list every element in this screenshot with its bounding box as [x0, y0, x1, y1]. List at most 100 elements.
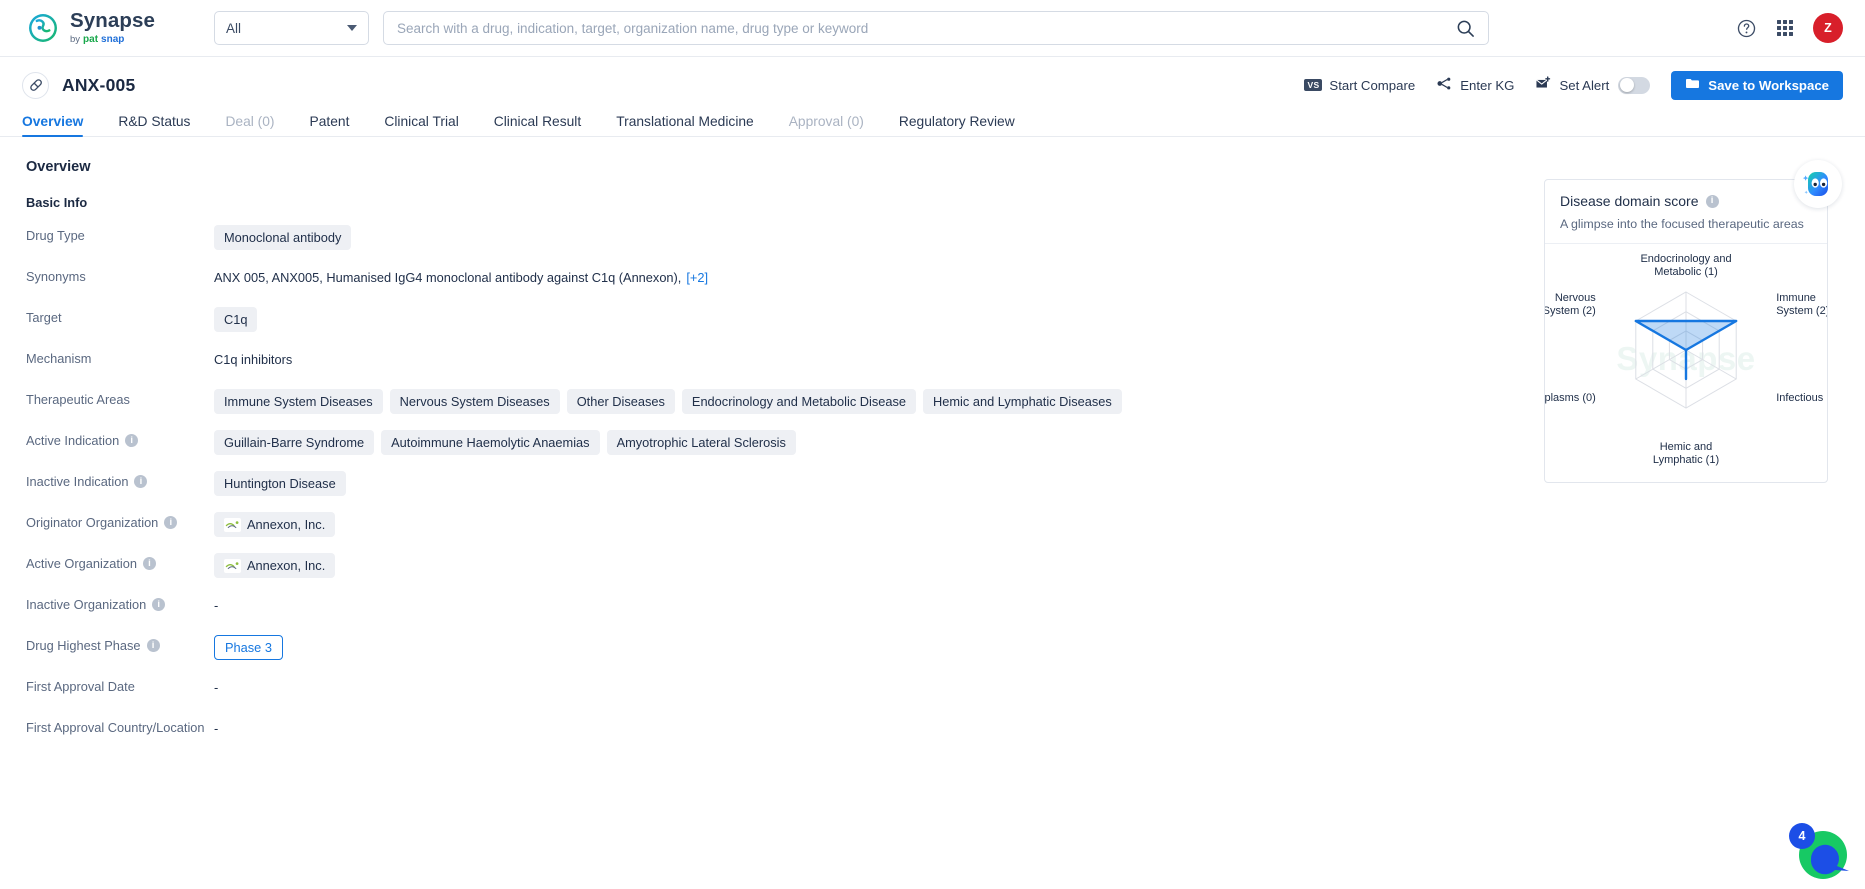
svg-text:Neoplasms (0): Neoplasms (0): [1545, 392, 1596, 404]
top-header-bar: Synapse by pat snap All Search with a dr…: [0, 0, 1865, 57]
chip-inactive-indication[interactable]: Huntington Disease: [214, 471, 346, 496]
score-card-title: Disease domain score: [1560, 193, 1699, 209]
svg-text:System (2): System (2): [1545, 305, 1596, 317]
status-badge-phase[interactable]: Phase 3: [214, 635, 283, 660]
row-label-drug-highest-phase: Drug Highest Phase i: [26, 634, 214, 653]
info-icon[interactable]: i: [152, 598, 166, 611]
enter-kg-button[interactable]: Enter KG: [1436, 76, 1514, 94]
row-drug-highest-phase: Drug Highest Phase i Phase 3: [26, 634, 1843, 675]
chip-active-organization[interactable]: Annexon, Inc.: [214, 553, 336, 578]
organization-logo-icon: [224, 558, 241, 573]
tab-regulatory-review[interactable]: Regulatory Review: [899, 114, 1015, 136]
chip-originator-organization-label: Annexon, Inc.: [247, 517, 326, 532]
detail-tabs: Overview R&D Status Deal (0) Patent Clin…: [0, 105, 1865, 137]
chevron-down-icon: [347, 25, 357, 31]
chip-therapeutic-area[interactable]: Other Diseases: [566, 389, 675, 414]
global-search-box[interactable]: [383, 11, 1489, 45]
set-alert-control[interactable]: Set Alert: [1535, 76, 1651, 94]
info-icon[interactable]: i: [1705, 194, 1719, 208]
svg-text:Nervous: Nervous: [1555, 292, 1596, 304]
brand-logo-link[interactable]: Synapse by pat snap: [26, 11, 186, 45]
ai-assistant-icon[interactable]: [1794, 160, 1842, 208]
brand-tagline: by pat snap: [70, 33, 155, 45]
svg-text:Lymphatic (1): Lymphatic (1): [1653, 454, 1719, 466]
row-label-synonyms: Synonyms: [26, 269, 86, 284]
info-icon[interactable]: i: [146, 639, 160, 652]
chip-active-indication[interactable]: Guillain-Barre Syndrome: [214, 430, 375, 455]
row-value-inactive-organization: -: [214, 593, 1843, 613]
tab-clinical-result[interactable]: Clinical Result: [494, 114, 581, 136]
tab-rd-status[interactable]: R&D Status: [118, 114, 190, 136]
chip-therapeutic-area[interactable]: Endocrinology and Metabolic Disease: [681, 389, 917, 414]
chip-drug-type[interactable]: Monoclonal antibody: [214, 225, 352, 250]
score-card-title-row: Disease domain score i: [1560, 193, 1812, 209]
synapse-logo-icon: [26, 11, 60, 45]
info-icon[interactable]: i: [164, 516, 178, 529]
search-input[interactable]: [397, 20, 1456, 36]
search-scope-value: All: [226, 20, 242, 36]
toggle-knob: [1619, 78, 1634, 92]
tab-patent[interactable]: Patent: [310, 114, 350, 136]
chat-assistant-fab[interactable]: 4: [1789, 823, 1851, 881]
set-alert-label: Set Alert: [1559, 77, 1610, 93]
search-scope-select[interactable]: All: [214, 11, 369, 45]
row-originator-organization: Originator Organization i Annexon, Inc.: [26, 511, 1843, 552]
row-value-originator-organization: Annexon, Inc.: [214, 511, 1843, 537]
score-card-body: Synapse Endocrinology andMetabolic (1)Im…: [1524, 243, 1840, 466]
row-first-approval-country: First Approval Country/Location -: [26, 716, 1843, 757]
save-to-workspace-label: Save to Workspace: [1708, 77, 1829, 93]
info-icon[interactable]: i: [142, 557, 156, 570]
svg-text:Immune: Immune: [1776, 292, 1816, 304]
organization-logo-icon: [224, 517, 241, 532]
tab-clinical-trial[interactable]: Clinical Trial: [384, 114, 458, 136]
chip-therapeutic-area[interactable]: Hemic and Lymphatic Diseases: [923, 389, 1122, 414]
tab-deal: Deal (0): [225, 114, 275, 129]
chip-therapeutic-area[interactable]: Immune System Diseases: [214, 389, 383, 414]
row-first-approval-date: First Approval Date -: [26, 675, 1843, 716]
folder-icon: [1685, 77, 1700, 93]
tab-translational-medicine[interactable]: Translational Medicine: [616, 114, 754, 136]
synonyms-more-link[interactable]: [+2]: [686, 270, 708, 285]
save-to-workspace-button[interactable]: Save to Workspace: [1671, 70, 1843, 100]
brand-name: Synapse: [70, 9, 156, 33]
chip-originator-organization[interactable]: Annexon, Inc.: [214, 512, 336, 537]
row-label-first-approval-date: First Approval Date: [26, 679, 135, 694]
row-value-first-approval-country: -: [214, 716, 1843, 736]
row-value-active-organization: Annexon, Inc.: [214, 552, 1843, 578]
overview-section-title: Overview: [26, 159, 91, 175]
chip-active-indication[interactable]: Amyotrophic Lateral Sclerosis: [606, 430, 796, 455]
help-icon[interactable]: [1735, 17, 1757, 39]
chip-therapeutic-area[interactable]: Nervous System Diseases: [389, 389, 560, 414]
score-card-header: Disease domain score i A glimpse into th…: [1545, 180, 1827, 243]
info-icon[interactable]: i: [125, 434, 139, 447]
brand-snap-label: snap: [101, 33, 125, 45]
synonyms-text: ANX 005, ANX005, Humanised IgG4 monoclon…: [214, 270, 682, 285]
drug-header-actions: VS Start Compare Enter KG Set Alert Save…: [1304, 70, 1843, 100]
score-card-subtitle: A glimpse into the focused therapeutic a…: [1560, 217, 1804, 231]
overview-panel: Overview Basic Info Drug Type Monoclonal…: [0, 137, 1865, 889]
set-alert-toggle[interactable]: [1618, 76, 1651, 94]
chat-unread-badge: 4: [1789, 823, 1815, 849]
info-icon[interactable]: i: [134, 475, 148, 488]
disease-domain-score-card: Disease domain score i A glimpse into th…: [1524, 160, 1842, 483]
tab-overview[interactable]: Overview: [22, 114, 84, 137]
row-label-inactive-organization-text: Inactive Organization: [26, 597, 147, 612]
brand-by-label: by: [70, 33, 81, 45]
search-icon[interactable]: [1456, 19, 1475, 38]
chip-active-indication[interactable]: Autoimmune Haemolytic Anaemias: [381, 430, 600, 455]
avatar[interactable]: Z: [1813, 13, 1843, 43]
apps-grid-icon[interactable]: [1774, 17, 1796, 39]
row-label-active-organization: Active Organization i: [26, 552, 214, 571]
drug-header: ANX-005 VS Start Compare Enter KG Set Al…: [0, 65, 1865, 105]
chip-target[interactable]: C1q: [214, 307, 258, 332]
row-label-active-indication-text: Active Indication: [26, 433, 120, 448]
radar-chart: Endocrinology and Metabolic (1) Immune Syst…: [1524, 244, 1840, 466]
knowledge-graph-icon: [1436, 76, 1453, 94]
row-label-inactive-organization: Inactive Organization i: [26, 593, 214, 612]
start-compare-button[interactable]: VS Start Compare: [1304, 78, 1415, 93]
svg-text:Endocrinology and: Endocrinology and: [1640, 253, 1731, 265]
row-label-inactive-indication: Inactive Indication i: [26, 470, 214, 489]
svg-text:Hemic and: Hemic and: [1660, 441, 1713, 453]
inactive-organization-value: -: [214, 598, 219, 613]
row-label-therapeutic-areas: Therapeutic Areas: [26, 392, 130, 407]
